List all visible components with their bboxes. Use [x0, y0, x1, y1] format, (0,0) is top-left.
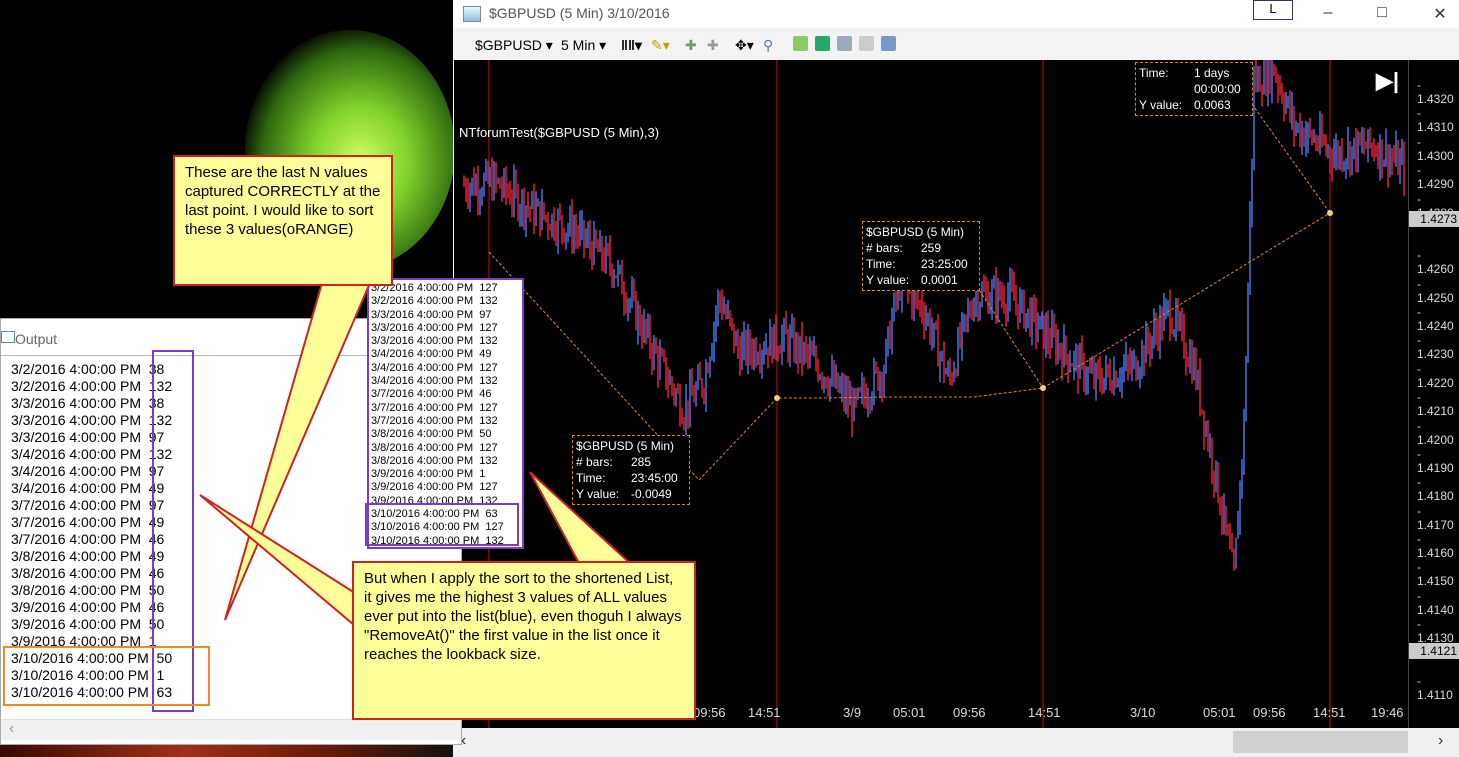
callout-top: These are the last N values captured COR…: [173, 155, 393, 286]
orange-highlight-box: [3, 646, 210, 706]
callout-bottom: But when I apply the sort to the shorten…: [352, 561, 696, 720]
blue-highlight-box: [152, 350, 194, 712]
bottom-callout-pointer-left: [199, 494, 362, 633]
bottom-callout-pointer-right: [529, 471, 635, 566]
popup-highlight-box: [365, 503, 519, 546]
annotation-overlay: [3, 282, 635, 712]
